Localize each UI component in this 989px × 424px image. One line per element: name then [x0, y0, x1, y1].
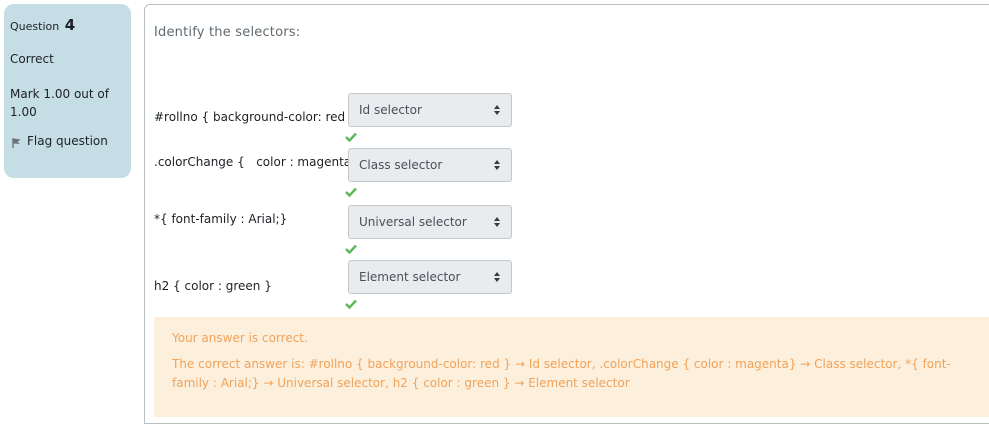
answer-select[interactable]: Class selector: [348, 148, 512, 182]
question-content: Identify the selectors: #rollno { backgr…: [144, 4, 989, 424]
match-row-label: #rollno { background-color: red }: [154, 110, 357, 124]
answer-select[interactable]: Id selector: [348, 93, 512, 127]
question-number-value: 4: [64, 16, 76, 34]
answer-select[interactable]: Element selector: [348, 260, 512, 294]
sort-arrows-icon: [494, 160, 500, 170]
feedback-status: Your answer is correct.: [172, 331, 308, 345]
answer-select-value: Element selector: [359, 270, 461, 284]
feedback-box: Your answer is correct. The correct answ…: [154, 317, 989, 417]
sort-arrows-icon: [494, 217, 500, 227]
right-answer: The correct answer is: #rollno { backgro…: [172, 357, 951, 390]
question-label: Question: [10, 20, 60, 33]
check-icon: [345, 132, 357, 142]
sort-arrows-icon: [494, 105, 500, 115]
answer-select-value: Id selector: [359, 103, 422, 117]
question-grade: Mark 1.00 out of 1.00: [10, 87, 109, 119]
match-row-label: h2 { color : green }: [154, 279, 272, 293]
sort-arrows-icon: [494, 272, 500, 282]
flag-question-label: Flag question: [27, 134, 108, 148]
answer-select[interactable]: Universal selector: [348, 205, 512, 239]
check-icon: [345, 187, 357, 197]
question-number: Question 4: [10, 16, 125, 36]
question-state: Correct: [10, 52, 54, 66]
check-icon: [345, 244, 357, 254]
check-icon: [345, 299, 357, 309]
answer-select-value: Class selector: [359, 158, 443, 172]
answer-select-value: Universal selector: [359, 215, 467, 229]
question-info-panel: Question 4 Correct Mark 1.00 out of 1.00…: [4, 4, 131, 178]
match-row-label: *{ font-family : Arial;}: [154, 212, 288, 226]
flag-question-link[interactable]: Flag question: [10, 133, 125, 149]
flag-icon: [12, 138, 21, 148]
match-row-label: .colorChange { color : magenta}: [154, 155, 359, 169]
question-text: Identify the selectors:: [154, 25, 301, 40]
